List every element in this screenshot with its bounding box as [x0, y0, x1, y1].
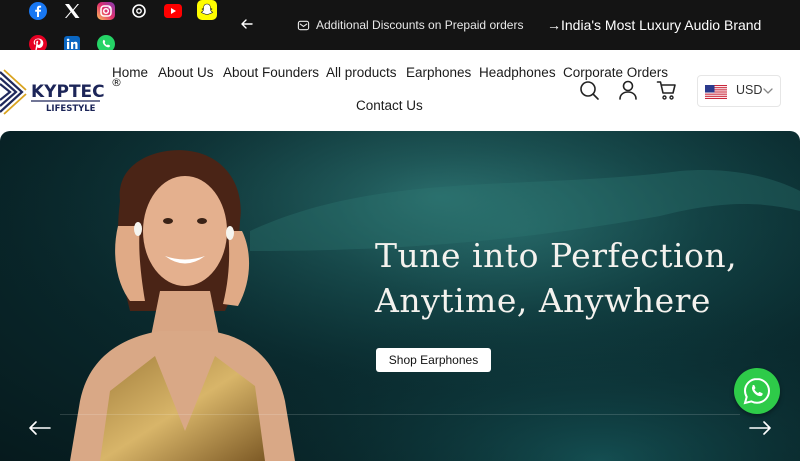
slider-next-arrow-icon[interactable]: [748, 420, 772, 436]
hero-banner: Tune into Perfection, Anytime, Anywhere …: [0, 131, 800, 461]
nav-about-us[interactable]: About Us: [158, 65, 214, 80]
whatsapp-icon: [743, 377, 771, 405]
slider-divider: [60, 414, 740, 415]
nav-about-founders[interactable]: About Founders: [223, 65, 319, 80]
nav-home[interactable]: Home: [112, 65, 148, 80]
us-flag-icon: [705, 85, 727, 99]
nav-corporate-orders[interactable]: Corporate Orders: [563, 65, 668, 80]
instagram-icon[interactable]: [95, 0, 117, 22]
logo-brand-text: KYPTEC: [31, 82, 105, 102]
snapchat-icon[interactable]: [196, 0, 218, 21]
brand-tagline: →India's Most Luxury Audio Brand: [547, 17, 762, 33]
announcement-bar: Additional Discounts on Prepaid orders →…: [0, 0, 800, 53]
x-twitter-icon[interactable]: [61, 0, 83, 22]
hero-headline-line1: Tune into Perfection,: [375, 236, 738, 275]
brand-logo-mark: KYPTEC LIFESTYLE ®: [0, 69, 122, 115]
threads-icon[interactable]: [128, 0, 150, 22]
nav-contact-us[interactable]: Contact Us: [356, 98, 423, 113]
nav-all-products[interactable]: All products: [326, 65, 397, 80]
currency-selector[interactable]: USD: [697, 75, 781, 107]
chevron-down-icon: [763, 88, 773, 94]
nav-earphones[interactable]: Earphones: [406, 65, 471, 80]
shop-earphones-button[interactable]: Shop Earphones: [376, 348, 491, 372]
site-header: KYPTEC LIFESTYLE ® Home About Us About F…: [0, 50, 800, 132]
cart-icon[interactable]: [656, 79, 678, 101]
announcement-item: Additional Discounts on Prepaid orders: [297, 18, 523, 32]
nav-headphones[interactable]: Headphones: [479, 65, 556, 80]
logo-sub-text: LIFESTYLE: [46, 104, 96, 114]
announcement-prev-arrow-icon[interactable]: [238, 15, 256, 33]
account-icon[interactable]: [617, 79, 639, 101]
model-with-earphones-image: [70, 150, 295, 461]
facebook-icon[interactable]: [27, 0, 49, 22]
currency-label: USD: [736, 83, 763, 97]
whatsapp-chat-button[interactable]: [734, 368, 780, 414]
search-icon[interactable]: [578, 79, 600, 101]
slider-prev-arrow-icon[interactable]: [28, 420, 52, 436]
youtube-icon[interactable]: [162, 0, 184, 22]
brand-logo[interactable]: KYPTEC LIFESTYLE ®: [0, 66, 124, 122]
envelope-icon: [297, 20, 310, 30]
hero-headline-line2: Anytime, Anywhere: [375, 281, 711, 320]
announcement-text: Additional Discounts on Prepaid orders: [316, 18, 524, 32]
